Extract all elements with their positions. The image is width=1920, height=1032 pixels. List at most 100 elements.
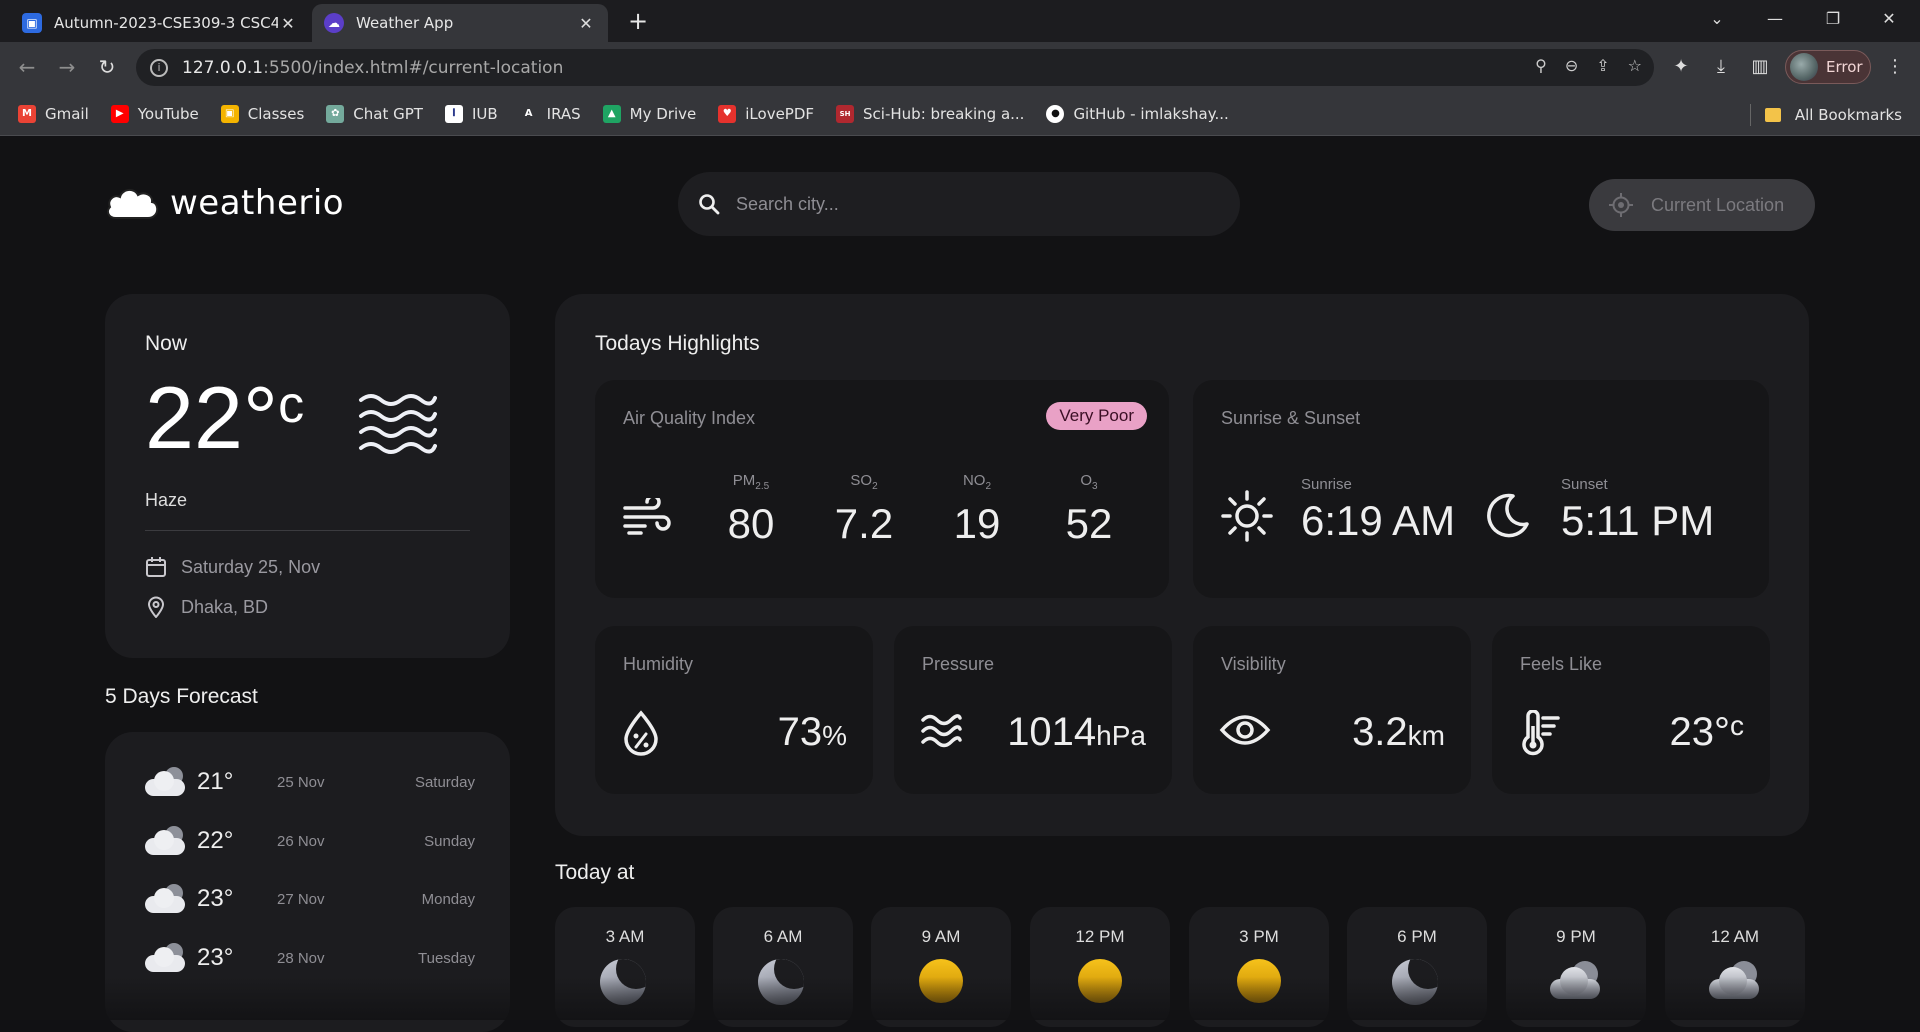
tab-classroom[interactable]: ▣ Autumn-2023-CSE309-3 CSC455 ✕ [10,4,310,42]
hour-time: 9 AM [921,927,961,946]
current-location-button[interactable]: Current Location [1589,179,1815,231]
folder-icon [1764,108,1781,122]
search-bar[interactable] [678,172,1240,236]
aqi-label: Air Quality Index [623,408,756,428]
bookmark-classes[interactable]: ▣ Classes [220,104,305,123]
haze-icon [359,394,437,454]
forecast-day: Sunday [424,832,475,850]
cloudy-icon [145,884,187,914]
bookmark-chatgpt[interactable]: ✿ Chat GPT [326,104,423,123]
cloudy-icon [145,826,187,856]
eye-icon [1219,715,1271,745]
share-icon[interactable]: ⇪ [1596,56,1609,75]
current-location-label: Current Location [1651,194,1785,215]
bookmark-my-drive[interactable]: ▲ My Drive [602,104,697,123]
extensions-icon[interactable]: ✦ [1666,52,1696,82]
aqi-badge: Very Poor [1046,402,1147,430]
forward-icon[interactable]: → [52,52,82,82]
close-window-button[interactable]: ✕ [1866,0,1912,40]
hour-time: 6 AM [763,927,803,946]
thermometer-icon [1522,710,1560,756]
bookmark-ilovepdf[interactable]: ♥ iLovePDF [718,104,815,123]
site-info-icon[interactable]: i [150,58,168,77]
github-icon: ● [1046,104,1065,123]
address-bar[interactable]: i 127.0.0.1:5500/index.html#/current-loc… [136,49,1654,86]
feels-like-label: Feels Like [1520,654,1603,674]
bookmark-iub[interactable]: 𝐈 IUB [444,104,498,123]
bookmark-scihub[interactable]: SH Sci-Hub: breaking a... [836,104,1024,123]
wind-icon [623,498,671,535]
location-pin-icon[interactable]: ⚲ [1535,56,1547,75]
forecast-temp: 22° [197,827,234,854]
forecast-title: 5 Days Forecast [105,685,258,708]
bookmark-label: GitHub - imlakshay... [1073,104,1229,123]
divider [145,530,470,531]
url-path: :5500/index.html#/current-location [263,57,564,78]
browser-toolbar: ← → ↻ i 127.0.0.1:5500/index.html#/curre… [0,42,1920,92]
bookmark-iras[interactable]: A IRAS [519,104,581,123]
forecast-temp: 23° [197,885,234,912]
all-bookmarks-label: All Bookmarks [1794,106,1902,124]
aqi-value: 19 [953,500,1001,547]
bookmark-label: YouTube [137,104,199,123]
tab-search-icon[interactable]: ⌄ [1694,0,1740,40]
side-panel-icon[interactable]: ▥ [1745,52,1775,82]
bookmark-label: iLovePDF [745,104,815,123]
bookmarks-bar: M Gmail ▶ YouTube ▣ Classes ✿ Chat GPT 𝐈 IUB … [0,92,1920,136]
classroom-icon: ▣ [220,104,239,123]
url-host: 127.0.0.1 [182,57,264,78]
cloudy-icon [145,767,187,797]
location-pin-icon [147,596,165,618]
sun-label: Sunrise & Sunset [1221,408,1361,428]
bookmark-github[interactable]: ● GitHub - imlakshay... [1046,104,1229,123]
star-icon[interactable]: ☆ [1628,56,1642,75]
forecast-row: 23° 27 Nov Monday [145,879,475,919]
aqi-key: SO2 [850,472,878,492]
bookmark-label: Classes [247,104,305,123]
back-icon[interactable]: ← [12,52,42,82]
profile-button[interactable]: Error [1785,50,1871,84]
weather-app: weatherio Current Location Now 22°c [0,137,1920,1032]
air-quality-card: Air Quality Index Very Poor PM2.5 80 SO2… [595,380,1169,598]
menu-icon[interactable]: ⋮ [1880,52,1910,82]
pressure-label: Pressure [922,654,995,674]
aqi-pm25: PM2.5 80 [706,472,796,548]
restore-button[interactable]: ❐ [1810,0,1856,40]
humidity-card: Humidity 73% [595,626,873,794]
close-icon[interactable]: ✕ [278,14,298,33]
visibility-label: Visibility [1221,654,1286,674]
logo-text: weatherio [170,183,345,223]
search-input[interactable] [736,193,1176,215]
sunset-time: 5:11 PM [1561,497,1715,544]
highlights-title: Todays Highlights [595,332,760,355]
minimize-button[interactable]: — [1752,0,1798,40]
bookmark-label: IRAS [546,104,581,123]
bookmark-label: My Drive [629,104,697,123]
new-tab-button[interactable]: + [624,8,652,36]
hour-time: 3 PM [1239,927,1279,946]
tab-weather-app[interactable]: ☁ Weather App ✕ [312,4,608,42]
bookmark-gmail[interactable]: M Gmail [18,104,89,123]
logo[interactable]: weatherio [104,183,344,223]
forecast-day: Saturday [414,773,475,791]
bookmark-youtube[interactable]: ▶ YouTube [110,104,199,123]
hourly-title: Today at [555,861,635,884]
calendar-icon [146,557,166,577]
chatgpt-icon: ✿ [326,104,345,123]
hour-time: 9 PM [1556,927,1596,946]
zoom-icon[interactable]: ⊖ [1565,56,1578,75]
date-row: Saturday 25, Nov [145,556,320,578]
iras-icon: A [519,104,538,123]
tab-strip: ▣ Autumn-2023-CSE309-3 CSC455 ✕ ☁ Weathe… [0,0,1920,42]
aqi-value: 7.2 [834,500,894,547]
feels-like-card: Feels Like 23°c [1492,626,1770,794]
pressure-waves-icon [921,714,962,748]
bookmark-label: Chat GPT [353,104,423,123]
now-title: Now [145,332,188,355]
feels-like-value: 23°c [1669,710,1745,754]
all-bookmarks[interactable]: All Bookmarks [1749,104,1902,126]
reload-icon[interactable]: ↻ [92,52,122,82]
close-icon[interactable]: ✕ [576,14,596,33]
tab-title: Weather App [356,14,454,32]
download-icon[interactable]: ⤓ [1706,52,1736,82]
